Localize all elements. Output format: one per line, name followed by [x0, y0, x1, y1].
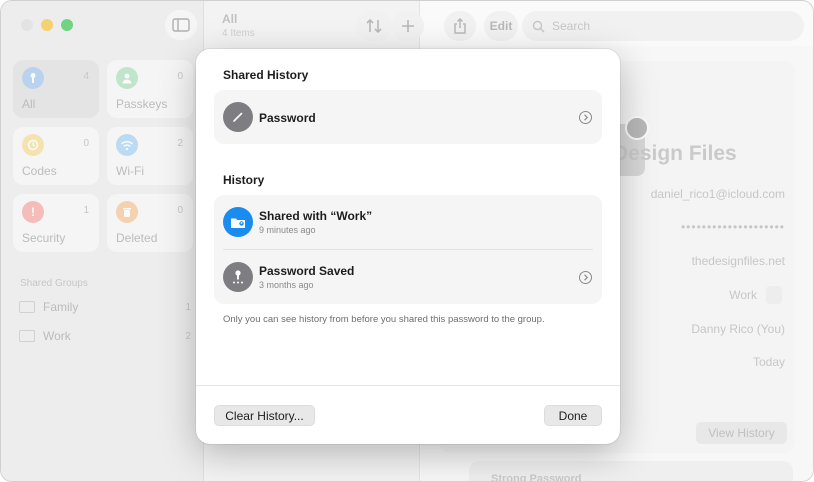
sheet-divider	[196, 385, 620, 386]
history-heading: History	[223, 173, 265, 187]
row-title: Password	[259, 111, 316, 125]
shared-history-list: Password	[214, 90, 602, 144]
history-row-password-saved[interactable]: Password Saved 3 months ago	[214, 250, 602, 304]
row-title: Password Saved	[259, 264, 355, 278]
shared-folder-icon	[223, 207, 253, 237]
passwords-window: 4 All 0 Passkeys 0 Codes 2 Wi-Fi ! 1 Sec…	[0, 0, 814, 482]
chevron-right-icon[interactable]	[579, 271, 592, 284]
history-list: Shared with “Work” 9 minutes ago Passwor…	[214, 195, 602, 304]
row-title: Shared with “Work”	[259, 209, 373, 223]
key-dots-icon	[223, 262, 253, 292]
pencil-icon	[223, 102, 253, 132]
history-row-shared-with-work: Shared with “Work” 9 minutes ago	[214, 195, 602, 249]
done-button[interactable]: Done	[544, 405, 602, 426]
chevron-right-icon[interactable]	[579, 111, 592, 124]
row-subtitle: 9 minutes ago	[259, 225, 316, 235]
history-row-password[interactable]: Password	[214, 90, 602, 144]
clear-history-button[interactable]: Clear History...	[214, 405, 315, 426]
history-privacy-note: Only you can see history from before you…	[223, 314, 545, 325]
shared-history-heading: Shared History	[223, 68, 309, 82]
row-subtitle: 3 months ago	[259, 280, 314, 290]
history-sheet: Shared History Password History Shared w…	[196, 49, 620, 444]
